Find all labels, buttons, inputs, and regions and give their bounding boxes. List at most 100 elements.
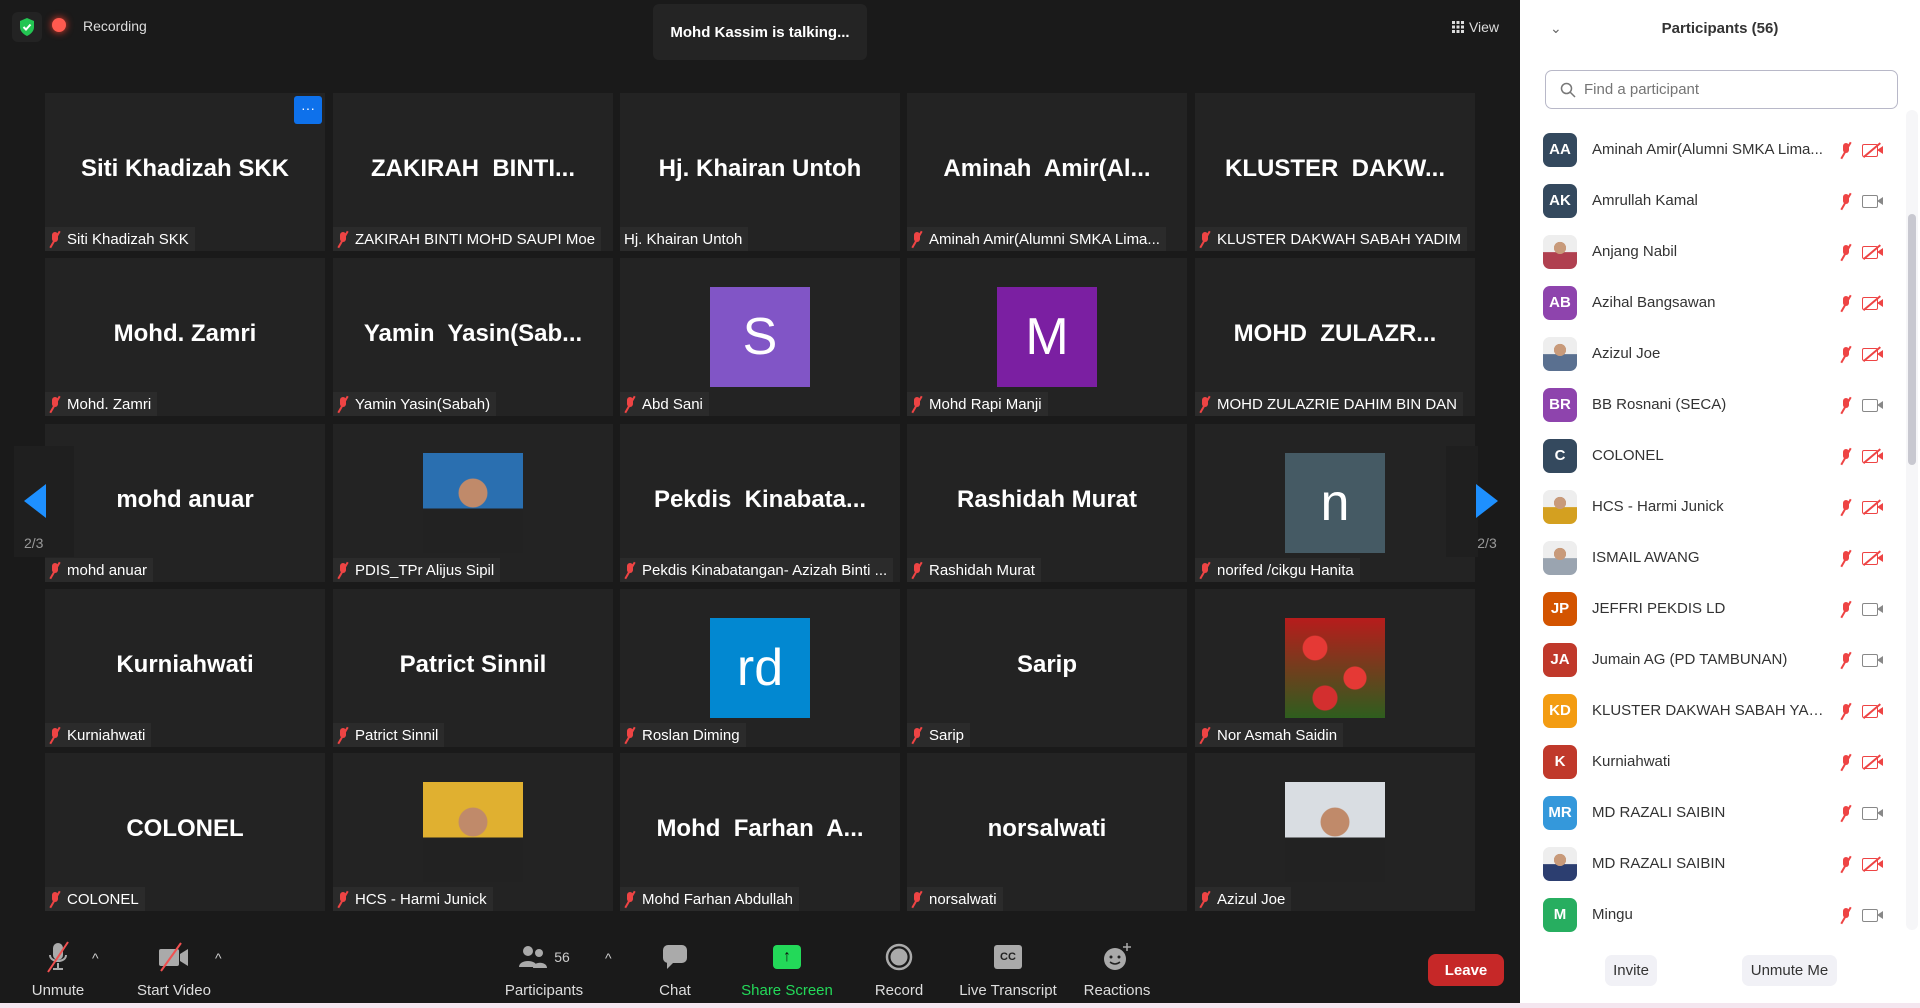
video-icon[interactable] [1862,652,1884,667]
recording-status[interactable]: Recording [83,18,147,34]
video-off-icon[interactable] [1862,244,1884,260]
video-tile[interactable]: Nor Asmah Saidin [1195,589,1475,747]
video-tile[interactable]: Yamin Yasin(Sab... Yamin Yasin(Sabah) [333,258,613,416]
audio-options-caret-icon[interactable]: ^ [92,950,99,966]
tile-name-label: mohd anuar [45,558,154,582]
video-tile[interactable]: rd Roslan Diming [620,589,900,747]
video-tile[interactable]: Siti Khadizah SKK ··· Siti Khadizah SKK [45,93,325,251]
video-tile[interactable]: Azizul Joe [1195,753,1475,911]
video-icon[interactable] [1862,601,1884,616]
video-tile[interactable]: Mohd Farhan A... Mohd Farhan Abdullah [620,753,900,911]
participant-row[interactable]: Anjang Nabil [1543,226,1903,277]
share-screen-button[interactable]: ↑ Share Screen [732,940,842,1000]
video-tile[interactable]: n norifed /cikgu Hanita [1195,424,1475,582]
mic-muted-icon[interactable] [1840,499,1852,515]
video-tile[interactable]: ZAKIRAH BINTI... ZAKIRAH BINTI MOHD SAUPI… [333,93,613,251]
mic-muted-icon[interactable] [1840,856,1852,872]
video-off-icon[interactable] [1862,346,1884,362]
video-tile[interactable]: Sarip Sarip [907,589,1187,747]
participant-row[interactable]: ISMAIL AWANG [1543,532,1903,583]
video-off-icon[interactable] [1862,448,1884,464]
mic-muted-icon[interactable] [1840,397,1852,413]
video-tile[interactable]: Aminah Amir(Al... Aminah Amir(Alumni SMKA… [907,93,1187,251]
live-transcript-button[interactable]: CC Live Transcript [953,940,1063,1000]
mic-muted-icon[interactable] [1840,346,1852,362]
participants-options-caret-icon[interactable]: ^ [605,950,612,966]
participant-row[interactable]: HCS - Harmi Junick [1543,481,1903,532]
participant-row[interactable]: C COLONEL [1543,430,1903,481]
video-tile[interactable]: PDIS_TPr Alijus Sipil [333,424,613,582]
video-tile[interactable]: Patrict Sinnil Patrict Sinnil [333,589,613,747]
security-shield-icon[interactable] [12,12,42,42]
mic-muted-icon [911,891,923,907]
video-off-icon[interactable] [1862,856,1884,872]
scrollbar-thumb[interactable] [1908,214,1916,465]
view-button[interactable]: View [1445,10,1506,43]
mic-muted-icon[interactable] [1840,907,1852,923]
participants-button[interactable]: 56 Participants [489,940,599,1000]
video-tile[interactable]: Hj. Khairan Untoh Hj. Khairan Untoh [620,93,900,251]
tile-more-options-button[interactable]: ··· [294,96,322,124]
video-tile[interactable]: Kurniahwati Kurniahwati [45,589,325,747]
record-button[interactable]: Record [844,940,954,1000]
mic-muted-icon[interactable] [1840,805,1852,821]
participant-row[interactable]: MD RAZALI SAIBIN [1543,838,1903,889]
video-off-icon[interactable] [1862,142,1884,158]
previous-page-button[interactable]: 2/3 [14,446,74,557]
video-options-caret-icon[interactable]: ^ [215,950,222,966]
video-off-icon[interactable] [1862,754,1884,770]
mic-muted-icon[interactable] [1840,193,1852,209]
participant-row[interactable]: Azizul Joe [1543,328,1903,379]
mic-muted-icon[interactable] [1840,295,1852,311]
participant-row[interactable]: AA Aminah Amir(Alumni SMKA Lima... [1543,124,1903,175]
search-box[interactable] [1545,70,1898,109]
video-tile[interactable]: Mohd. Zamri Mohd. Zamri [45,258,325,416]
mic-muted-icon[interactable] [1840,754,1852,770]
next-page-button[interactable]: 2/3 [1446,446,1498,557]
video-tile[interactable]: Rashidah Murat Rashidah Murat [907,424,1187,582]
mic-muted-icon[interactable] [1840,142,1852,158]
mic-muted-icon[interactable] [1840,244,1852,260]
mic-muted-icon [911,727,923,743]
video-icon[interactable] [1862,193,1884,208]
tile-profile-photo [423,453,523,553]
leave-button[interactable]: Leave [1428,954,1504,986]
video-tile[interactable]: Pekdis Kinabata... Pekdis Kinabatangan- A… [620,424,900,582]
video-tile[interactable]: COLONEL COLONEL [45,753,325,911]
mic-muted-icon[interactable] [1840,703,1852,719]
video-tile[interactable]: S Abd Sani [620,258,900,416]
video-icon[interactable] [1862,397,1884,412]
video-off-icon[interactable] [1862,703,1884,719]
participant-row[interactable]: AB Azihal Bangsawan [1543,277,1903,328]
unmute-button[interactable]: Unmute [3,940,113,1000]
video-tile[interactable]: KLUSTER DAKW... KLUSTER DAKWAH SABAH YADI… [1195,93,1475,251]
video-off-icon[interactable] [1862,550,1884,566]
video-icon[interactable] [1862,907,1884,922]
video-tile[interactable]: HCS - Harmi Junick [333,753,613,911]
mic-muted-icon[interactable] [1840,601,1852,617]
participant-row[interactable]: BR BB Rosnani (SECA) [1543,379,1903,430]
participant-row[interactable]: K Kurniahwati [1543,736,1903,787]
video-off-icon[interactable] [1862,499,1884,515]
participant-row[interactable]: KD KLUSTER DAKWAH SABAH YADIM [1543,685,1903,736]
video-tile[interactable]: MOHD ZULAZR... MOHD ZULAZRIE DAHIM BIN DA… [1195,258,1475,416]
start-video-button[interactable]: Start Video [119,940,229,1000]
participant-row[interactable]: JP JEFFRI PEKDIS LD [1543,583,1903,634]
mic-muted-icon[interactable] [1840,550,1852,566]
video-off-icon[interactable] [1862,295,1884,311]
participant-row[interactable]: JA Jumain AG (PD TAMBUNAN) [1543,634,1903,685]
participant-search-input[interactable] [1584,81,1884,98]
video-tile[interactable]: mohd anuar mohd anuar [45,424,325,582]
video-tile[interactable]: norsalwati norsalwati [907,753,1187,911]
reactions-button[interactable]: Reactions [1062,940,1172,1000]
mic-muted-icon[interactable] [1840,652,1852,668]
video-icon[interactable] [1862,805,1884,820]
participant-row[interactable]: M Mingu [1543,889,1903,940]
invite-button[interactable]: Invite [1605,955,1657,986]
participant-row[interactable]: MR MD RAZALI SAIBIN [1543,787,1903,838]
chat-button[interactable]: Chat [620,940,730,1000]
mic-muted-icon[interactable] [1840,448,1852,464]
video-tile[interactable]: M Mohd Rapi Manji [907,258,1187,416]
participant-row[interactable]: AK Amrullah Kamal [1543,175,1903,226]
unmute-me-button[interactable]: Unmute Me [1742,955,1837,986]
